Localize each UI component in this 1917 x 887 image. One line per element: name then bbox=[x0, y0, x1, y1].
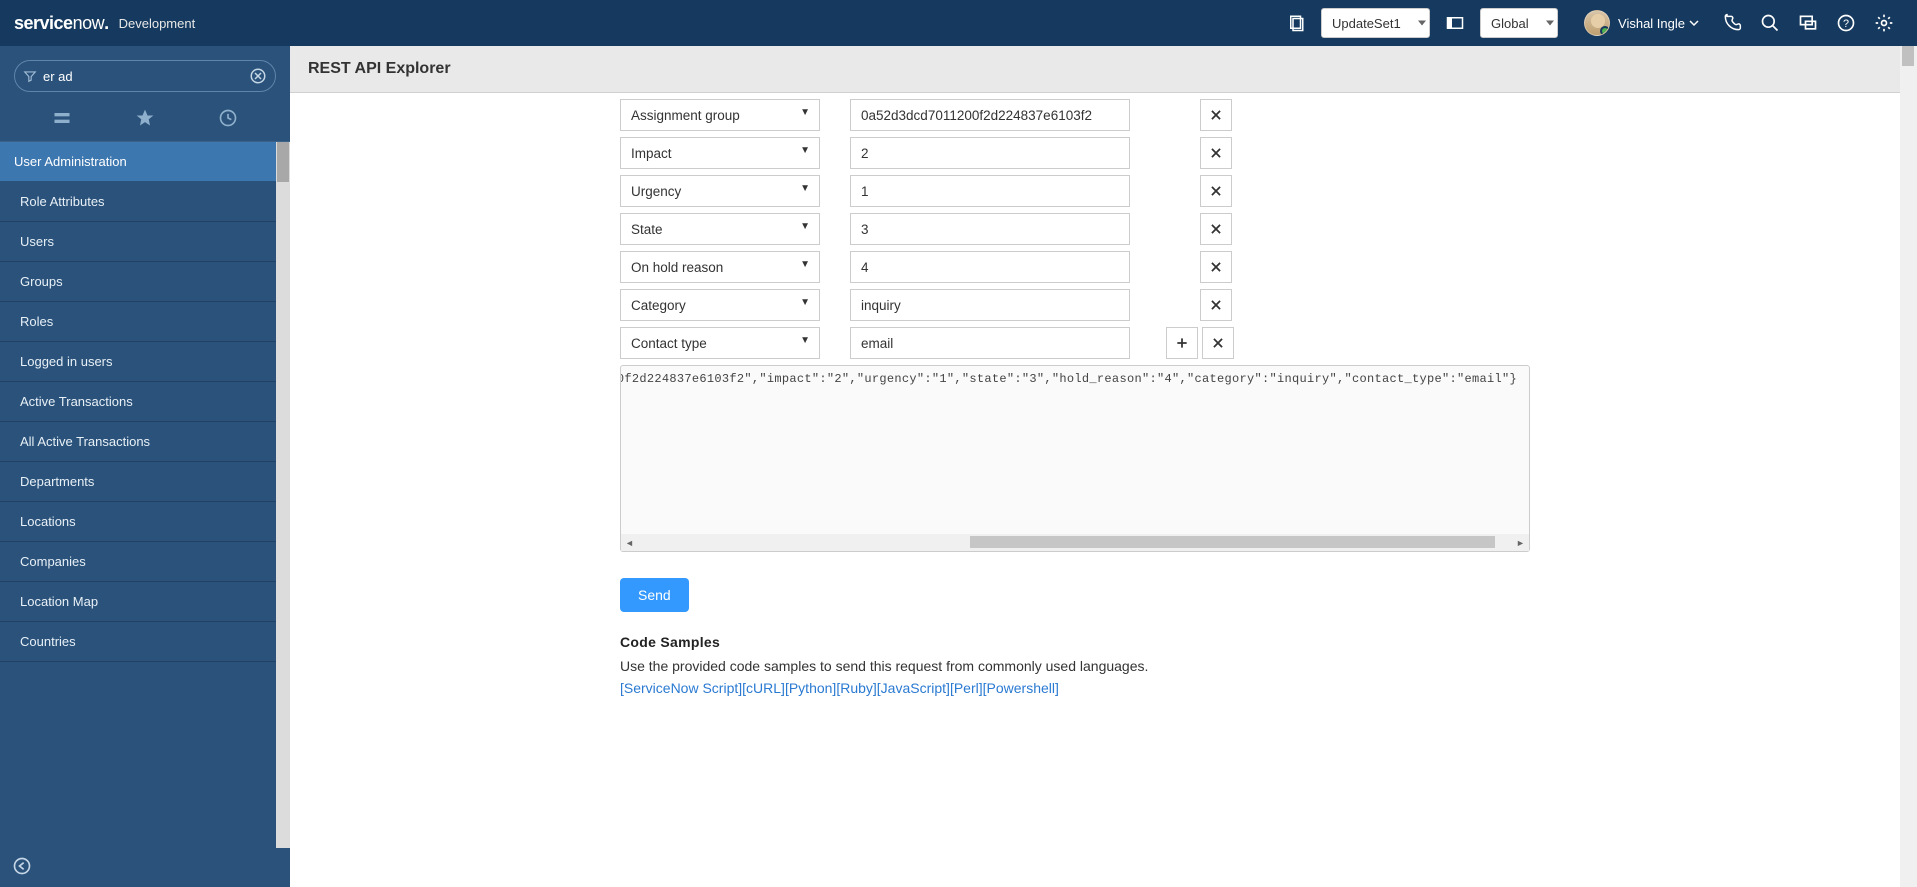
remove-field-button[interactable] bbox=[1200, 251, 1232, 283]
field-name-select[interactable]: Assignment group bbox=[620, 99, 820, 131]
nav-item[interactable]: Groups bbox=[0, 262, 290, 302]
field-row: On hold reason bbox=[620, 251, 1899, 283]
nav-item[interactable]: Countries bbox=[0, 622, 290, 662]
field-row: Urgency bbox=[620, 175, 1899, 207]
gear-icon[interactable] bbox=[1873, 12, 1895, 34]
horizontal-scrollbar[interactable]: ◄ ► bbox=[621, 534, 1529, 551]
code-sample-link[interactable]: [ServiceNow Script] bbox=[620, 680, 742, 696]
nav-item[interactable]: Users bbox=[0, 222, 290, 262]
field-name-select[interactable]: Contact type bbox=[620, 327, 820, 359]
add-field-button[interactable] bbox=[1166, 327, 1198, 359]
search-icon[interactable] bbox=[1759, 12, 1781, 34]
field-row: Category bbox=[620, 289, 1899, 321]
phone-icon[interactable] bbox=[1721, 12, 1743, 34]
nav-item[interactable]: Companies bbox=[0, 542, 290, 582]
remove-field-button[interactable] bbox=[1200, 289, 1232, 321]
field-row: State bbox=[620, 213, 1899, 245]
nav-item[interactable]: Active Transactions bbox=[0, 382, 290, 422]
remove-field-button[interactable] bbox=[1200, 99, 1232, 131]
nav-filter-input[interactable] bbox=[43, 69, 243, 84]
field-value-input[interactable] bbox=[850, 213, 1130, 245]
filter-icon bbox=[23, 69, 37, 83]
code-samples-title: Code Samples bbox=[620, 634, 1899, 650]
code-sample-link[interactable]: [Perl] bbox=[950, 680, 983, 696]
clear-filter-icon[interactable] bbox=[249, 67, 267, 85]
main-content: REST API Explorer Assignment group Impact… bbox=[290, 46, 1917, 887]
app-header: servicenow. Development UpdateSet1 Globa… bbox=[0, 0, 1917, 46]
field-value-input[interactable] bbox=[850, 99, 1130, 131]
field-value-input[interactable] bbox=[850, 251, 1130, 283]
scope-select[interactable]: Global bbox=[1480, 8, 1558, 38]
code-sample-link[interactable]: [Powershell] bbox=[983, 680, 1059, 696]
sidebar-scrollbar[interactable] bbox=[276, 142, 290, 848]
chevron-down-icon bbox=[1689, 16, 1699, 31]
nav-section-user-admin[interactable]: User Administration bbox=[0, 142, 290, 182]
field-row: Assignment group bbox=[620, 99, 1899, 131]
remove-field-button[interactable] bbox=[1202, 327, 1234, 359]
logo: servicenow. bbox=[14, 13, 109, 34]
field-name-select[interactable]: On hold reason bbox=[620, 251, 820, 283]
field-value-input[interactable] bbox=[850, 327, 1130, 359]
field-name-select[interactable]: State bbox=[620, 213, 820, 245]
request-body-text[interactable]: a52d3dcd7011200f2d224837e6103f2","impact… bbox=[621, 368, 1525, 390]
field-row: Impact bbox=[620, 137, 1899, 169]
favorites-icon[interactable] bbox=[135, 108, 155, 131]
update-set-picker-icon[interactable] bbox=[1285, 12, 1307, 34]
svg-text:?: ? bbox=[1843, 18, 1849, 30]
send-button[interactable]: Send bbox=[620, 578, 689, 612]
nav-item[interactable]: Roles bbox=[0, 302, 290, 342]
avatar bbox=[1584, 10, 1610, 36]
page-title: REST API Explorer bbox=[290, 46, 1917, 93]
field-name-select[interactable]: Impact bbox=[620, 137, 820, 169]
field-name-select[interactable]: Urgency bbox=[620, 175, 820, 207]
nav-item[interactable]: Logged in users bbox=[0, 342, 290, 382]
scroll-up-icon[interactable] bbox=[1902, 46, 1914, 66]
code-samples-links: [ServiceNow Script][cURL][Python][Ruby][… bbox=[620, 680, 1899, 696]
nav-filter[interactable] bbox=[14, 60, 276, 92]
request-body-area: a52d3dcd7011200f2d224837e6103f2","impact… bbox=[620, 365, 1530, 552]
help-icon[interactable]: ? bbox=[1835, 12, 1857, 34]
nav-item[interactable]: Role Attributes bbox=[0, 182, 290, 222]
update-set-select[interactable]: UpdateSet1 bbox=[1321, 8, 1430, 38]
user-menu[interactable]: Vishal Ingle bbox=[1584, 10, 1713, 36]
all-apps-icon[interactable] bbox=[52, 108, 72, 131]
nav-item[interactable]: All Active Transactions bbox=[0, 422, 290, 462]
scroll-right-icon[interactable]: ► bbox=[1512, 534, 1529, 551]
remove-field-button[interactable] bbox=[1200, 175, 1232, 207]
env-label: Development bbox=[119, 16, 196, 31]
field-name-select[interactable]: Category bbox=[620, 289, 820, 321]
main-scrollbar[interactable] bbox=[1900, 46, 1917, 887]
code-sample-link[interactable]: [cURL] bbox=[742, 680, 785, 696]
nav-item[interactable]: Location Map bbox=[0, 582, 290, 622]
sidebar: User Administration Role AttributesUsers… bbox=[0, 46, 290, 887]
nav-item[interactable]: Locations bbox=[0, 502, 290, 542]
remove-field-button[interactable] bbox=[1200, 137, 1232, 169]
scope-icon[interactable] bbox=[1444, 12, 1466, 34]
field-value-input[interactable] bbox=[850, 175, 1130, 207]
chat-icon[interactable] bbox=[1797, 12, 1819, 34]
remove-field-button[interactable] bbox=[1200, 213, 1232, 245]
nav-list: User Administration Role AttributesUsers… bbox=[0, 142, 290, 848]
code-sample-link[interactable]: [Ruby] bbox=[836, 680, 876, 696]
scroll-left-icon[interactable]: ◄ bbox=[621, 534, 638, 551]
field-value-input[interactable] bbox=[850, 137, 1130, 169]
history-icon[interactable] bbox=[218, 108, 238, 131]
nav-item[interactable]: Departments bbox=[0, 462, 290, 502]
code-sample-link[interactable]: [JavaScript] bbox=[877, 680, 950, 696]
field-value-input[interactable] bbox=[850, 289, 1130, 321]
collapse-nav-icon[interactable] bbox=[12, 864, 32, 879]
field-row: Contact type bbox=[620, 327, 1899, 359]
code-sample-link[interactable]: [Python] bbox=[785, 680, 836, 696]
code-samples-desc: Use the provided code samples to send th… bbox=[620, 658, 1899, 674]
scroll-thumb[interactable] bbox=[970, 536, 1494, 548]
